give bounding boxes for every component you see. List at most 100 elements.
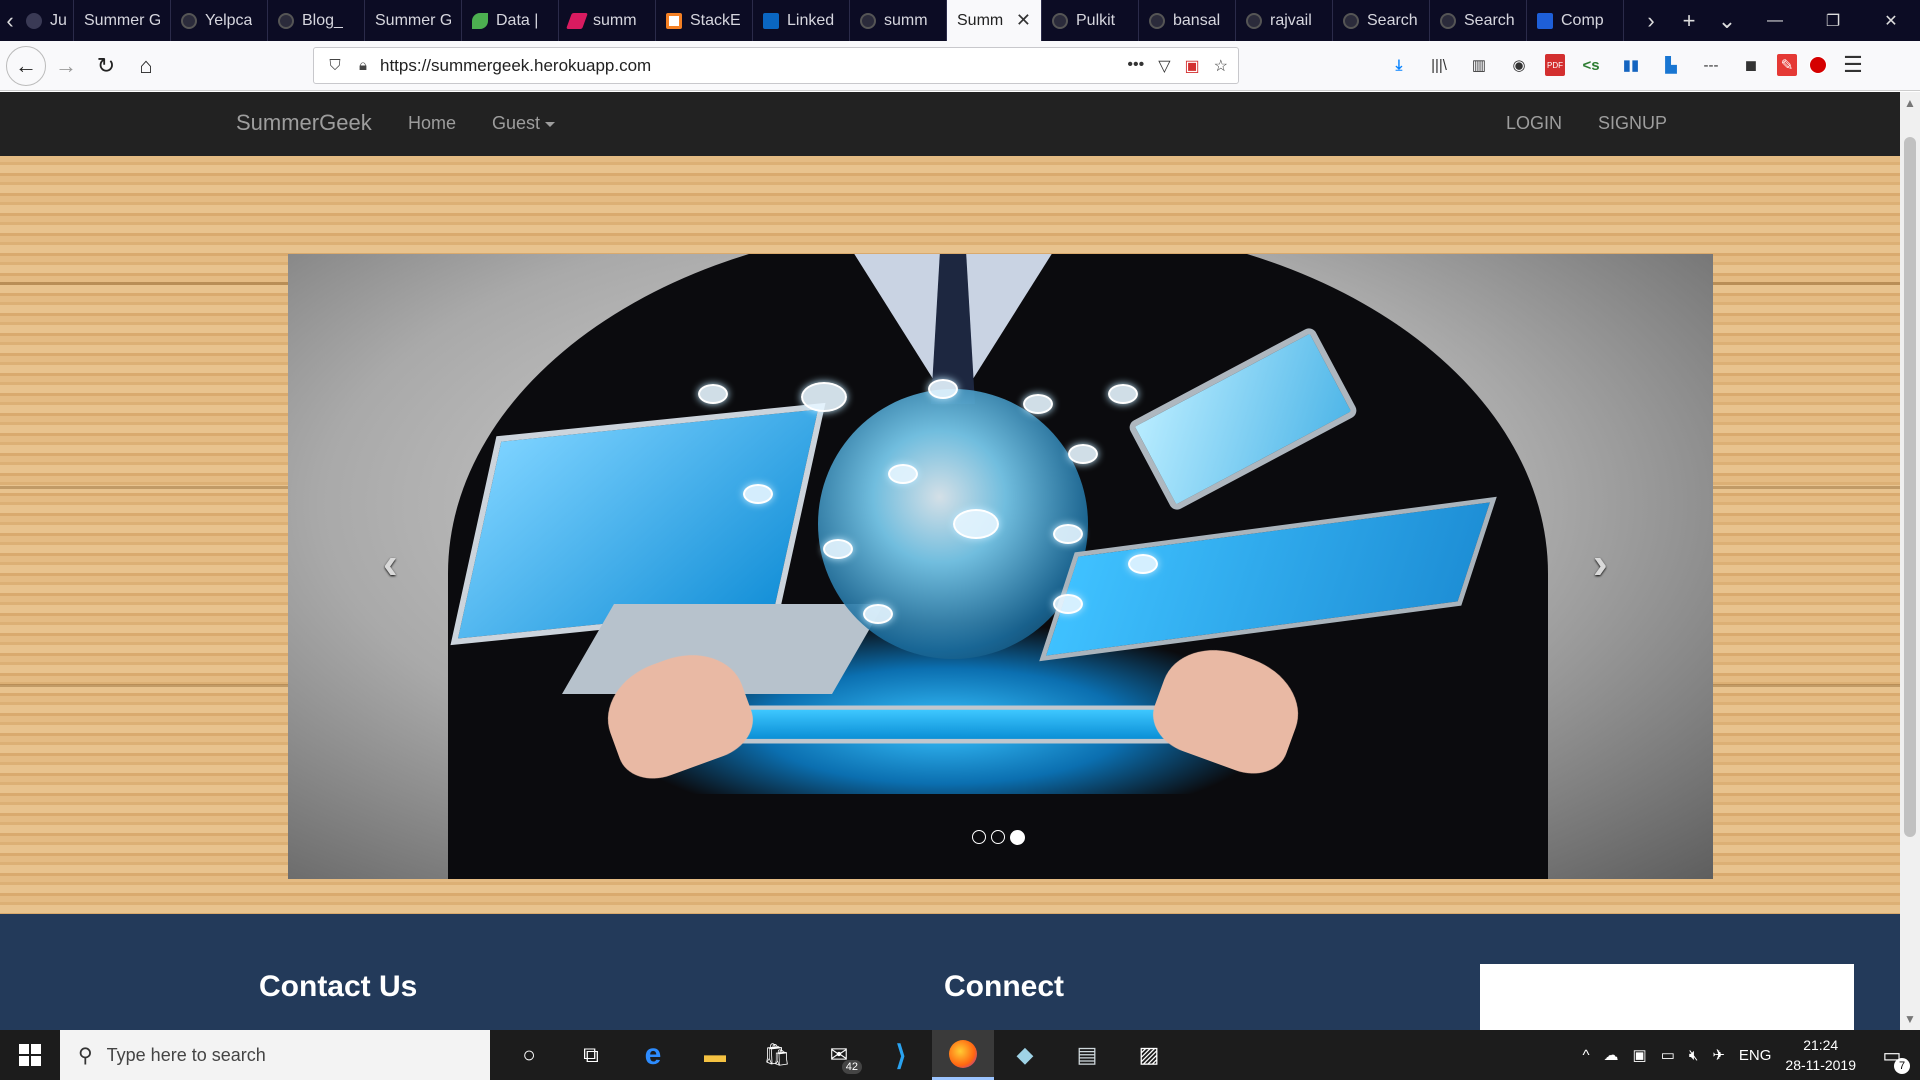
hamburger-menu-icon[interactable]: ☰ <box>1839 51 1867 79</box>
scroll-tabs-right-icon[interactable]: › <box>1632 8 1670 34</box>
github-icon <box>1246 12 1262 29</box>
browser-tab[interactable]: Summer G <box>74 0 171 41</box>
carousel-indicator[interactable] <box>991 830 1005 844</box>
carousel-indicator-active[interactable] <box>1010 830 1025 845</box>
cortana-icon[interactable]: ○ <box>498 1030 560 1080</box>
carousel-indicator[interactable] <box>972 830 986 844</box>
record-extension-icon[interactable] <box>1809 56 1827 74</box>
nav-guest-dropdown[interactable]: Guest <box>492 113 556 134</box>
tracking-shield-icon[interactable]: ⛉ <box>324 57 346 74</box>
browser-tab[interactable]: Summer G <box>365 0 462 41</box>
browser-tab[interactable]: summ <box>850 0 947 41</box>
nav-home-link[interactable]: Home <box>408 113 456 134</box>
network-icon[interactable]: ✈ <box>1712 1046 1725 1064</box>
device-icon[interactable]: ▣ <box>1633 1046 1647 1064</box>
start-button[interactable] <box>0 1030 60 1080</box>
page-actions-icon[interactable]: ••• <box>1127 56 1144 76</box>
volume-muted-icon[interactable]: 🔇︎ <box>1689 1047 1698 1064</box>
scroll-down-arrow-icon[interactable]: ▼ <box>1900 1012 1920 1026</box>
tab-label: Yelpca <box>205 11 253 29</box>
browser-tab[interactable]: Data | <box>462 0 559 41</box>
language-indicator[interactable]: ENG <box>1739 1047 1772 1064</box>
library-icon[interactable]: |||\ <box>1425 51 1453 79</box>
browser-tab[interactable]: StackE <box>656 0 753 41</box>
screenshot-icon[interactable]: ▣ <box>1185 56 1200 76</box>
store-icon[interactable]: 🛍︎ <box>746 1030 808 1080</box>
address-bar[interactable]: ⛉ 🔒︎ https://summergeek.herokuapp.com ••… <box>313 47 1239 84</box>
pen-extension-icon[interactable]: ✎ <box>1777 54 1797 76</box>
page-icon <box>26 12 42 29</box>
home-icon[interactable]: ⌂ <box>126 46 166 86</box>
app-icon[interactable]: ▤ <box>1056 1030 1118 1080</box>
battery-icon[interactable]: ▭ <box>1661 1046 1675 1064</box>
show-hidden-icons-chevron-icon[interactable]: ^ <box>1582 1047 1589 1064</box>
browser-tab[interactable]: summ <box>559 0 656 41</box>
browser-tab-strip: ‹ Jul Summer G Yelpca Blog_ Summer G Dat… <box>0 0 1920 41</box>
scroll-tabs-left-icon[interactable]: ‹ <box>0 0 20 41</box>
forward-arrow-icon[interactable]: → <box>46 46 86 86</box>
tab-label: summ <box>884 11 928 29</box>
taskbar-search-box[interactable]: ⚲ Type here to search <box>60 1030 490 1080</box>
browser-tab[interactable]: Linked <box>753 0 850 41</box>
hero-carousel[interactable]: ‹ › <box>288 254 1713 879</box>
minimize-icon[interactable]: — <box>1746 0 1804 41</box>
scroll-up-arrow-icon[interactable]: ▲ <box>1900 96 1920 110</box>
carousel-prev-chevron-icon[interactable]: ‹ <box>383 539 398 589</box>
tab-label: Pulkit <box>1076 11 1116 29</box>
pocket-icon[interactable]: ▽ <box>1158 56 1170 76</box>
pdf-extension-icon[interactable]: PDF <box>1545 54 1565 76</box>
chart-extension-icon[interactable]: ▙ <box>1657 51 1685 79</box>
back-arrow-icon[interactable]: ← <box>6 45 46 86</box>
url-text[interactable]: https://summergeek.herokuapp.com <box>380 56 651 76</box>
onedrive-cloud-icon[interactable]: ☁ <box>1604 1046 1619 1064</box>
code-extension-icon[interactable]: <s <box>1577 51 1605 79</box>
network-node <box>928 379 958 399</box>
list-all-tabs-icon[interactable]: ⌄ <box>1708 8 1746 34</box>
task-view-icon[interactable]: ⧉ <box>560 1030 622 1080</box>
taskbar-search-placeholder: Type here to search <box>106 1044 266 1065</box>
game-extension-icon[interactable]: ◼ <box>1737 51 1765 79</box>
browser-tab[interactable]: Search <box>1333 0 1430 41</box>
carousel-next-chevron-icon[interactable]: › <box>1593 539 1608 589</box>
browser-tab[interactable]: bansal <box>1139 0 1236 41</box>
close-tab-icon[interactable]: ✕ <box>1016 10 1031 31</box>
lock-icon[interactable]: 🔒︎ <box>352 57 374 74</box>
nav-signup-link[interactable]: SIGNUP <box>1598 113 1667 134</box>
download-icon[interactable]: ⤓ <box>1385 51 1413 79</box>
tab-label: StackE <box>690 11 741 29</box>
tab-label: Search <box>1367 11 1418 29</box>
nav-login-link[interactable]: LOGIN <box>1506 113 1562 134</box>
browser-tab[interactable]: Search <box>1430 0 1527 41</box>
bookmark-star-icon[interactable]: ☆ <box>1214 56 1228 76</box>
leaf-icon <box>472 12 488 29</box>
app-icon[interactable]: ◆ <box>994 1030 1056 1080</box>
color-extension-icon[interactable]: ▮▮ <box>1617 51 1645 79</box>
new-tab-icon[interactable]: + <box>1670 8 1708 34</box>
github-icon <box>1149 12 1165 29</box>
dash-extension-icon[interactable]: --- <box>1697 51 1725 79</box>
firefox-icon[interactable] <box>932 1030 994 1080</box>
brand-link[interactable]: SummerGeek <box>236 110 372 136</box>
photos-icon[interactable]: ▨ <box>1118 1030 1180 1080</box>
browser-tab-active[interactable]: Summ ✕ <box>947 0 1042 41</box>
taskbar-clock[interactable]: 21:24 28-11-2019 <box>1785 1035 1856 1075</box>
vscode-icon[interactable]: ⟩ <box>870 1030 932 1080</box>
restore-icon[interactable]: ❐ <box>1804 0 1862 41</box>
reload-icon[interactable]: ↻ <box>86 46 126 86</box>
close-window-icon[interactable]: ✕ <box>1862 0 1920 41</box>
vertical-scrollbar[interactable]: ▲ ▼ <box>1900 92 1920 1030</box>
browser-tab[interactable]: Pulkit <box>1042 0 1139 41</box>
browser-tab[interactable]: Yelpca <box>171 0 268 41</box>
browser-tab[interactable]: Jul <box>20 0 74 41</box>
sidebar-icon[interactable]: ▥ <box>1465 51 1493 79</box>
account-icon[interactable]: ◉ <box>1505 51 1533 79</box>
edge-icon[interactable]: e <box>622 1030 684 1080</box>
caret-down-icon <box>545 121 556 127</box>
browser-tab[interactable]: Comp <box>1527 0 1624 41</box>
file-explorer-icon[interactable]: ▬ <box>684 1030 746 1080</box>
mail-icon[interactable]: ✉ 42 <box>808 1030 870 1080</box>
browser-tab[interactable]: Blog_ <box>268 0 365 41</box>
action-center-icon[interactable]: ▭ 7 <box>1870 1043 1914 1074</box>
browser-tab[interactable]: rajvail <box>1236 0 1333 41</box>
scrollbar-thumb[interactable] <box>1904 137 1916 837</box>
